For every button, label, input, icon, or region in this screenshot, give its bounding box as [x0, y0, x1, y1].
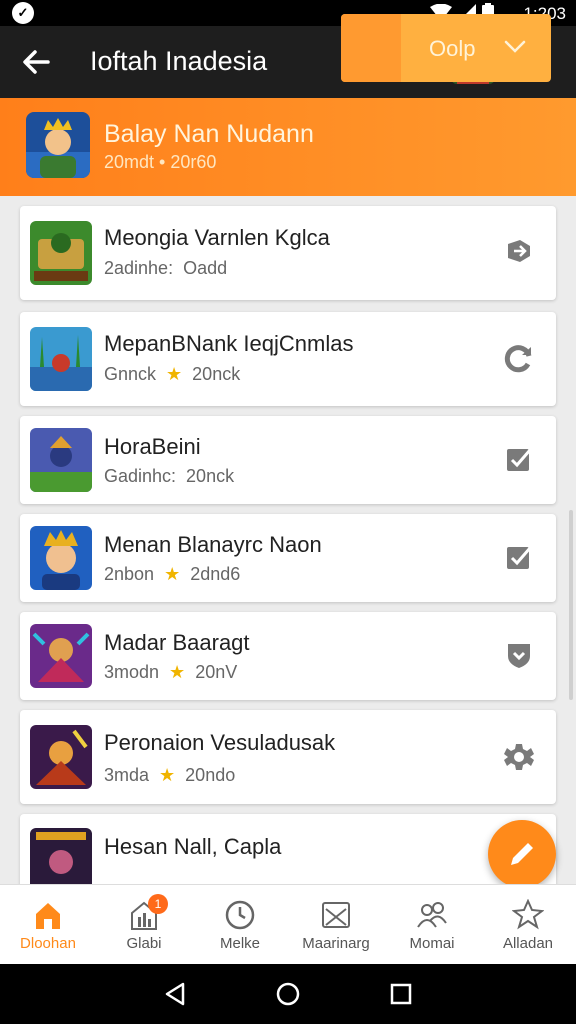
shield-icon[interactable] — [504, 640, 534, 670]
game-meta-right: Oadd — [183, 258, 228, 278]
game-meta: Gadinhc: 20nck — [104, 466, 234, 487]
game-title: MepanBNank IeqjCnmlas — [104, 331, 354, 356]
game-title: Madar Baaragt — [104, 630, 250, 655]
scrollbar[interactable] — [569, 510, 573, 700]
game-meta-left: Gadinhc: — [104, 466, 177, 486]
mail-icon — [322, 902, 350, 928]
game-meta: 2adinhe: Oadd — [104, 258, 227, 279]
pencil-icon — [511, 843, 533, 865]
star-icon: ★ — [169, 662, 186, 682]
game-meta-left: 3modn — [104, 662, 160, 682]
game-thumbnail — [30, 327, 92, 391]
game-thumbnail — [30, 725, 92, 789]
back-arrow-icon[interactable] — [22, 48, 50, 76]
game-meta-right: 20ndo — [185, 765, 236, 785]
featured-game-thumbnail — [26, 112, 90, 178]
select-button-segment — [341, 14, 401, 82]
nav-label: Glabi — [126, 935, 162, 952]
list-item[interactable]: Menan Blanayrc Naon 2nbon ★ 2dnd6 — [20, 514, 556, 602]
game-meta: 3modn ★ 20nV — [104, 662, 237, 683]
share-icon[interactable] — [504, 236, 534, 266]
list-item[interactable]: Peronaion Vesuladusak 3mda ★ 20ndo — [20, 710, 556, 804]
nav-label: Maarinarg — [302, 935, 370, 952]
clock-icon — [225, 900, 255, 930]
bottom-nav: Dloohan 1 Glabi Melke Maarinarg Momai Al… — [0, 884, 576, 964]
nav-back-icon[interactable] — [163, 982, 187, 1006]
chevron-down-icon — [504, 40, 526, 53]
game-meta: 2nbon ★ 2dnd6 — [104, 564, 240, 585]
nav-item-clock[interactable]: Melke — [192, 885, 288, 965]
game-title: Meongia Varnlen Kglca — [104, 225, 330, 250]
checkbox-icon[interactable] — [504, 444, 534, 474]
nav-item-trophy[interactable]: Alladan — [480, 885, 576, 965]
nav-item-mail[interactable]: Maarinarg — [288, 885, 384, 965]
star-icon: ★ — [159, 765, 176, 785]
list-item[interactable]: Hesan Nall, Capla — [20, 814, 556, 894]
featured-game-meta: 20mdt • 20r60 — [104, 152, 217, 172]
game-meta-left: 3mda — [104, 765, 150, 785]
list-item[interactable]: Madar Baaragt 3modn ★ 20nV — [20, 612, 556, 700]
star-icon: ★ — [166, 364, 183, 384]
list-item[interactable]: HoraBeini Gadinhc: 20nck — [20, 416, 556, 504]
game-meta-right: 2dnd6 — [190, 564, 241, 584]
nav-item-home[interactable]: Dloohan — [0, 885, 96, 965]
game-title: HoraBeini — [104, 434, 201, 459]
nav-item-stats[interactable]: 1 Glabi — [96, 885, 192, 965]
refresh-icon[interactable] — [504, 344, 534, 374]
game-meta-right: 20nck — [192, 364, 241, 384]
featured-banner[interactable]: Balay Nan Nudann 20mdt • 20r60 — [0, 98, 576, 196]
trophy-icon — [512, 899, 544, 930]
game-meta-left: 2nbon — [104, 564, 155, 584]
nav-label: Alladan — [502, 935, 554, 952]
game-meta: Gnnck ★ 20nck — [104, 364, 240, 385]
game-meta-left: 2adinhe: — [104, 258, 174, 278]
app-logo-icon: ✓ — [12, 2, 34, 24]
checkbox-icon[interactable] — [504, 542, 534, 572]
nav-item-people[interactable]: Momai — [384, 885, 480, 965]
game-thumbnail — [30, 828, 92, 886]
game-meta-right: 20nck — [186, 466, 235, 486]
game-thumbnail — [30, 428, 92, 492]
game-thumbnail — [30, 624, 92, 688]
game-title: Hesan Nall, Capla — [104, 834, 282, 859]
nav-home-icon[interactable] — [276, 982, 300, 1006]
system-nav-bar — [0, 964, 576, 1024]
list-item[interactable]: Meongia Varnlen Kglca 2adinhe: Oadd — [20, 206, 556, 300]
featured-select-button[interactable]: Oolp — [341, 14, 551, 82]
game-meta-right: 20nV — [195, 662, 238, 682]
nav-label: Melke — [219, 935, 260, 952]
select-button-label: Oolp — [429, 36, 476, 61]
game-meta: 3mda ★ 20ndo — [104, 765, 235, 786]
game-thumbnail — [30, 526, 92, 590]
nav-label: Dloohan — [20, 935, 76, 952]
featured-game-title: Balay Nan Nudann — [104, 120, 314, 148]
edit-fab[interactable] — [488, 820, 556, 888]
page-title: Ioftah Inadesia — [90, 46, 268, 76]
game-title: Menan Blanayrc Naon — [104, 532, 322, 557]
game-meta-left: Gnnck — [104, 364, 157, 384]
game-thumbnail — [30, 221, 92, 285]
nav-label: Momai — [409, 935, 455, 952]
star-icon: ★ — [164, 564, 181, 584]
game-title: Peronaion Vesuladusak — [104, 730, 336, 755]
notification-badge: 1 — [148, 894, 168, 914]
gear-icon[interactable] — [504, 742, 534, 772]
nav-recents-icon[interactable] — [389, 982, 413, 1006]
people-icon — [417, 902, 447, 928]
list-item[interactable]: MepanBNank IeqjCnmlas Gnnck ★ 20nck — [20, 312, 556, 406]
home-icon — [36, 903, 60, 929]
